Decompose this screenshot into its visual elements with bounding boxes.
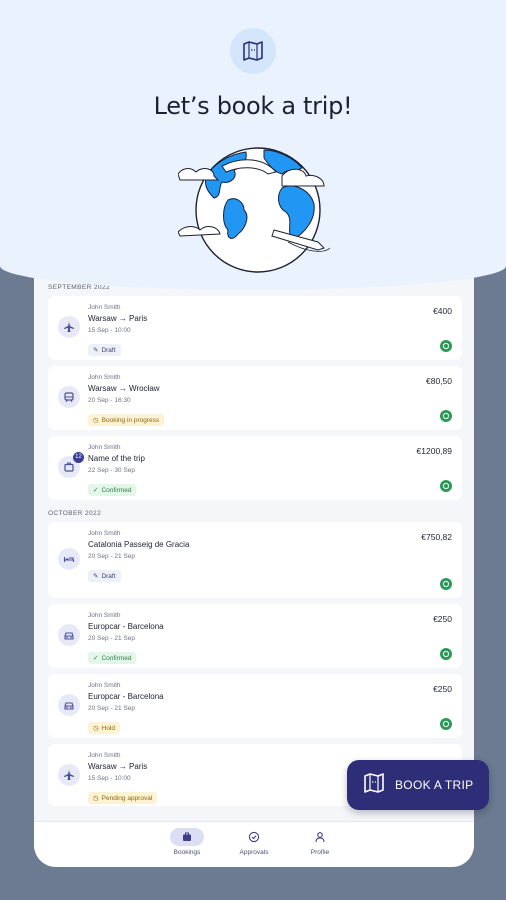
tab-profile[interactable]: Profile xyxy=(295,828,345,856)
policy-icon xyxy=(440,578,452,590)
status-badge: ✎ Draft xyxy=(88,570,121,582)
trip-route: Name of the trip xyxy=(88,454,145,463)
booking-card[interactable]: John Smith Warsaw → Wrocław 20 Sep - 16:… xyxy=(48,366,462,430)
trip-price: €80,50 xyxy=(426,376,452,386)
trip-price: €250 xyxy=(433,684,452,694)
trip-route: Europcar - Barcelona xyxy=(88,692,164,701)
clock-icon: ◷ xyxy=(93,725,99,732)
suitcase-icon: 12 xyxy=(58,452,84,478)
trip-route: Warsaw → Paris xyxy=(88,314,148,323)
tab-label: Bookings xyxy=(173,849,201,856)
car-icon xyxy=(58,624,80,646)
trip-dates: 15 Sep - 10:00 xyxy=(88,775,131,782)
policy-icon xyxy=(440,410,452,422)
status-badge: ◷ Pending approval xyxy=(88,792,158,804)
bookings-list: SEPTEMBER 2022 John Smith Warsaw → Paris… xyxy=(34,280,474,812)
book-a-trip-label: BOOK A TRIP xyxy=(395,778,474,792)
trip-route: Warsaw → Paris xyxy=(88,762,148,771)
trip-price: €250 xyxy=(433,614,452,624)
trip-dates: 20 Sep - 16:30 xyxy=(88,397,131,404)
clock-icon: ◷ xyxy=(93,795,99,802)
tab-label: Profile xyxy=(310,849,330,856)
trip-route: Warsaw → Wrocław xyxy=(88,384,160,393)
check-icon: ✓ xyxy=(93,487,99,494)
booking-card[interactable]: 12 John Smith Name of the trip 22 Sep - … xyxy=(48,436,462,500)
status-badge: ✎ Draft xyxy=(88,344,121,356)
person-icon xyxy=(303,828,337,846)
plane-icon xyxy=(58,316,80,338)
check-icon: ✓ xyxy=(93,655,99,662)
map-icon xyxy=(230,28,276,74)
clock-icon: ◷ xyxy=(93,417,99,424)
trip-dates: 20 Sep - 21 Sep xyxy=(88,705,135,712)
bottom-tab-bar: Bookings Approvals Profile xyxy=(34,821,474,867)
section-label: OCTOBER 2022 xyxy=(48,510,102,517)
policy-icon xyxy=(440,340,452,352)
tab-approvals[interactable]: Approvals xyxy=(229,828,279,856)
suitcase-icon xyxy=(170,828,204,846)
trip-price: €1200,89 xyxy=(416,446,452,456)
trip-price: €750,82 xyxy=(421,532,452,542)
trip-price: €400 xyxy=(433,306,452,316)
trip-dates: 20 Sep - 21 Sep xyxy=(88,553,135,560)
tab-label: Approvals xyxy=(239,849,269,856)
traveler-name: John Smith xyxy=(88,752,121,759)
traveler-name: John Smith xyxy=(88,304,121,311)
status-badge: ◷ Booking in progress xyxy=(88,414,165,426)
pencil-icon: ✎ xyxy=(93,573,99,580)
book-a-trip-button[interactable]: BOOK A TRIP xyxy=(347,760,489,810)
globe-illustration xyxy=(178,147,331,273)
traveler-name: John Smith xyxy=(88,530,121,537)
bed-icon xyxy=(58,548,80,570)
policy-icon xyxy=(440,718,452,730)
notification-badge: 12 xyxy=(73,452,84,463)
traveler-name: John Smith xyxy=(88,374,121,381)
plane-icon xyxy=(58,764,80,786)
pencil-icon: ✎ xyxy=(93,347,99,354)
booking-card[interactable]: John Smith Catalonia Passeig de Gracia 2… xyxy=(48,522,462,598)
hero-panel: Let’s book a trip! xyxy=(0,0,506,290)
booking-card[interactable]: John Smith Europcar - Barcelona 20 Sep -… xyxy=(48,604,462,668)
page-title: Let’s book a trip! xyxy=(153,92,353,120)
status-badge: ◷ Hold xyxy=(88,722,121,734)
car-icon xyxy=(58,694,80,716)
traveler-name: John Smith xyxy=(88,682,121,689)
traveler-name: John Smith xyxy=(88,612,121,619)
train-icon xyxy=(58,386,80,408)
check-circle-icon xyxy=(237,828,271,846)
status-badge: ✓ Confirmed xyxy=(88,484,137,496)
trip-route: Europcar - Barcelona xyxy=(88,622,164,631)
trip-dates: 22 Sep - 30 Sep xyxy=(88,467,135,474)
status-badge: ✓ Confirmed xyxy=(88,652,137,664)
trip-route: Catalonia Passeig de Gracia xyxy=(88,540,190,549)
booking-card[interactable]: John Smith Warsaw → Paris 15 Sep - 10:00… xyxy=(48,296,462,360)
traveler-name: John Smith xyxy=(88,444,121,451)
policy-icon xyxy=(440,480,452,492)
map-icon xyxy=(363,772,385,798)
booking-card[interactable]: John Smith Europcar - Barcelona 20 Sep -… xyxy=(48,674,462,738)
tab-bookings[interactable]: Bookings xyxy=(162,828,212,856)
trip-dates: 15 Sep - 10:00 xyxy=(88,327,131,334)
policy-icon xyxy=(440,648,452,660)
trip-dates: 20 Sep - 21 Sep xyxy=(88,635,135,642)
